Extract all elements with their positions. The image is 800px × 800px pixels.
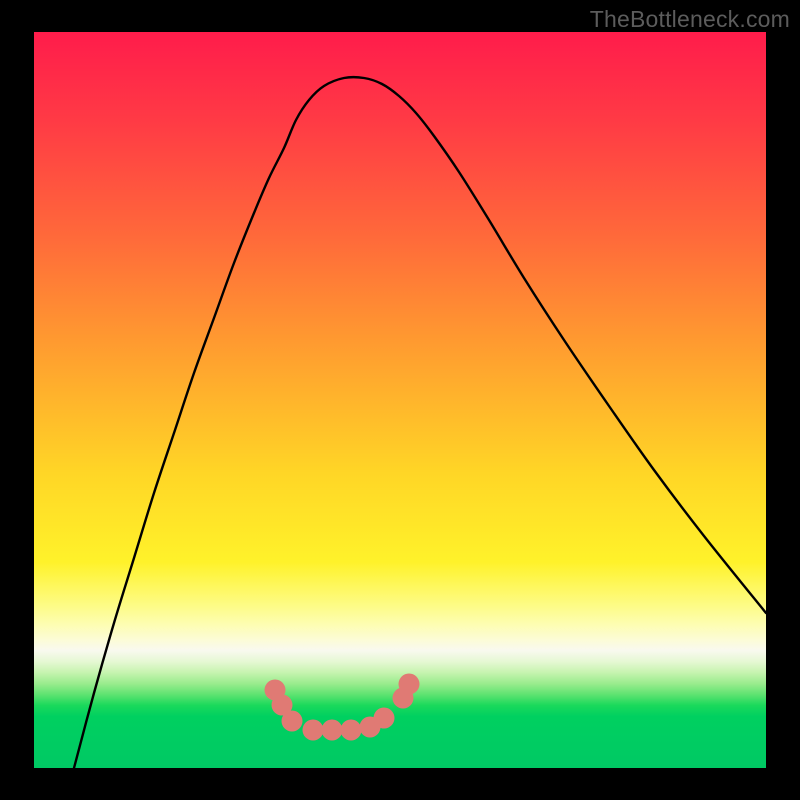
plot-area — [34, 32, 766, 768]
curve-marker — [374, 708, 395, 729]
curve-marker — [322, 720, 343, 741]
curve-marker — [303, 720, 324, 741]
bottleneck-curve — [34, 32, 766, 768]
curve-marker — [282, 711, 303, 732]
watermark-text: TheBottleneck.com — [590, 6, 790, 33]
curve-marker — [399, 674, 420, 695]
chart-frame: TheBottleneck.com — [0, 0, 800, 800]
curve-marker — [341, 720, 362, 741]
